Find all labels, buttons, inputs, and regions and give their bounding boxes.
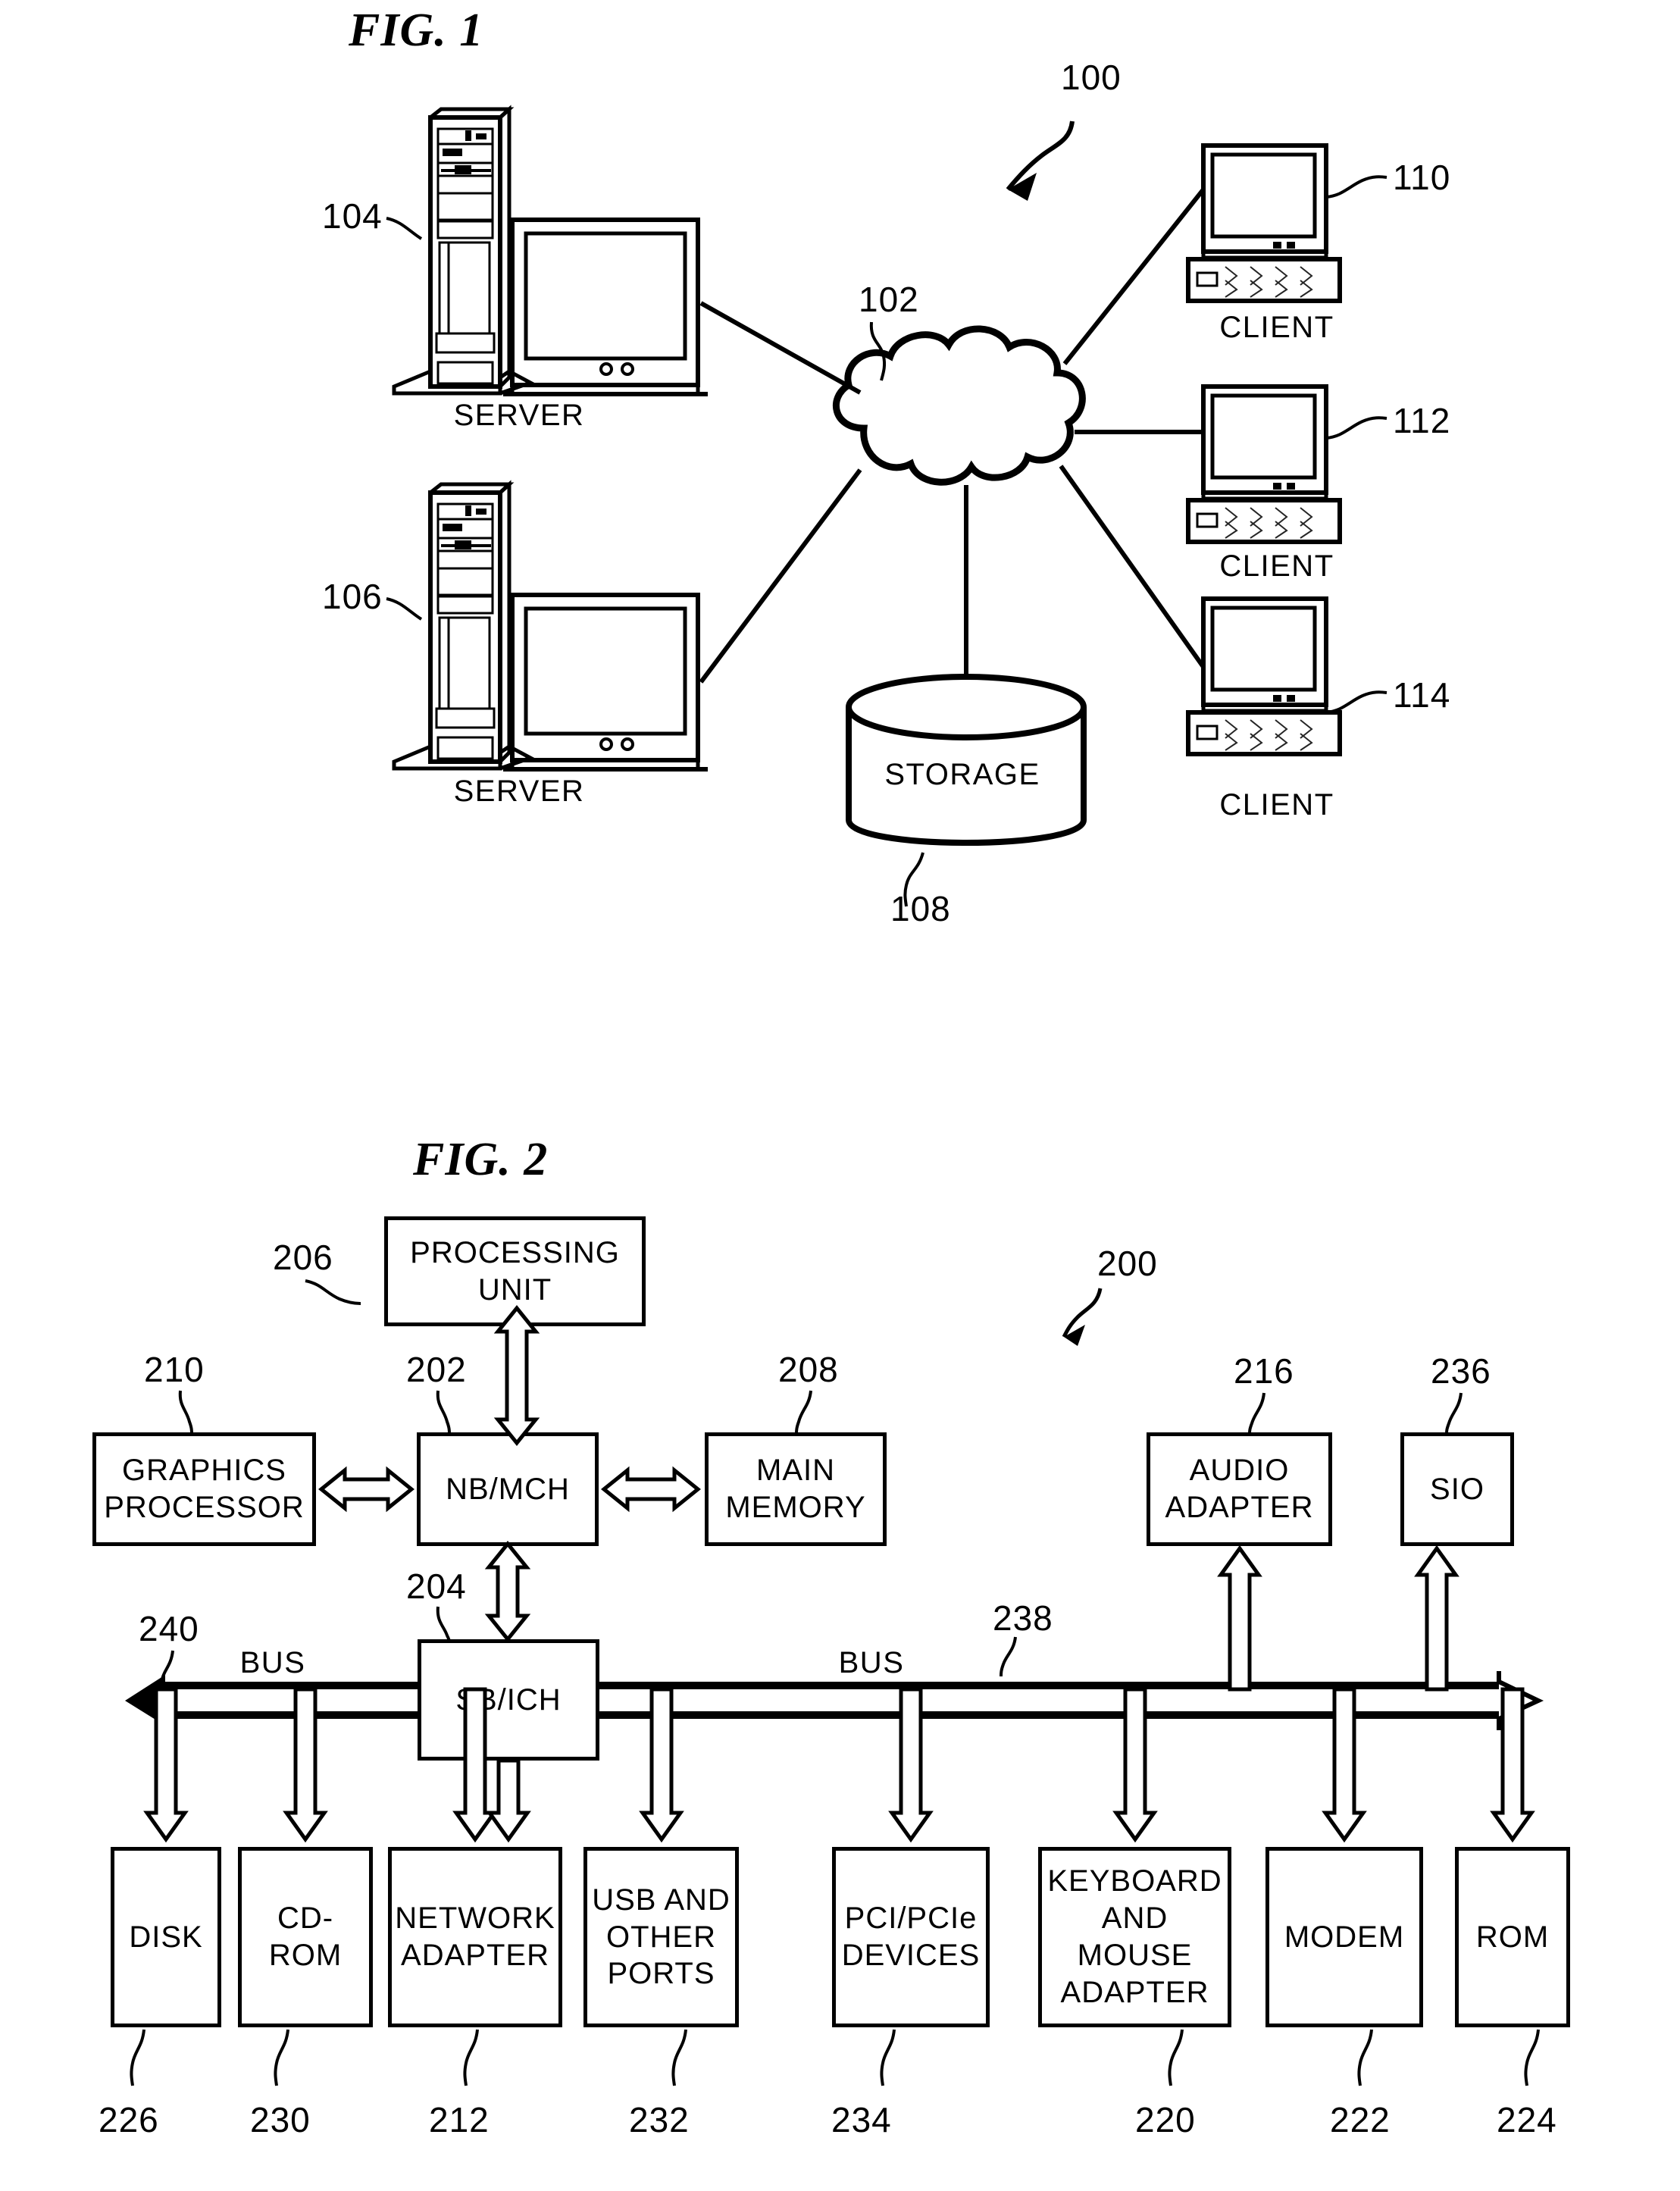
processing-unit-box[interactable]: PROCESSING UNIT bbox=[384, 1216, 646, 1326]
bus-right-arrowhead bbox=[1497, 1671, 1544, 1730]
server-104-label: SERVER bbox=[453, 399, 585, 432]
server-106-leader bbox=[386, 597, 423, 621]
device-ref-ro: 224 bbox=[1497, 2100, 1557, 2139]
sio-box[interactable]: SIO bbox=[1400, 1432, 1514, 1546]
network-ref: 102 bbox=[859, 280, 919, 319]
figure-1-diagram-ref: 100 bbox=[1061, 58, 1122, 97]
main-memory-ref: 208 bbox=[778, 1350, 839, 1389]
network-ref-leader bbox=[869, 321, 887, 381]
diagram-200-arrowhead bbox=[1064, 1325, 1085, 1346]
graphics-processor-box[interactable]: GRAPHICS PROCESSOR bbox=[92, 1432, 316, 1546]
nb-mch-leader bbox=[436, 1390, 451, 1435]
bus-device-drop-arrows bbox=[143, 1687, 1535, 1843]
bus-left-label: BUS bbox=[239, 1646, 306, 1679]
graphics-processor-ref: 210 bbox=[144, 1350, 205, 1389]
bus-left-rail bbox=[161, 1682, 419, 1719]
bus-right-label: BUS bbox=[838, 1646, 905, 1679]
device-box-network-adapter[interactable]: NETWORK ADAPTER bbox=[388, 1847, 562, 2027]
link-server106-network bbox=[699, 468, 862, 684]
network-cloud bbox=[833, 325, 1086, 486]
sb-ich-leader bbox=[436, 1606, 451, 1642]
bus-left-ref: 240 bbox=[139, 1609, 199, 1648]
server-106-graphic bbox=[392, 480, 708, 772]
main-memory-box[interactable]: MAIN MEMORY bbox=[705, 1432, 887, 1546]
server-106-label: SERVER bbox=[453, 775, 585, 808]
bus-up-arrows bbox=[1217, 1545, 1459, 1692]
device-box-usb-and-other-ports[interactable]: USB AND OTHER PORTS bbox=[583, 1847, 739, 2027]
device-ref-usb-and-other-ports: 232 bbox=[629, 2100, 690, 2139]
device-box-rom[interactable]: ROM bbox=[1455, 1847, 1570, 2027]
client-114-ref: 114 bbox=[1393, 675, 1451, 715]
audio-adapter-box[interactable]: AUDIO ADAPTER bbox=[1147, 1432, 1332, 1546]
client-114-label: CLIENT bbox=[1219, 788, 1334, 822]
audio-adapter-leader bbox=[1248, 1392, 1265, 1435]
client-112-graphic bbox=[1186, 384, 1342, 544]
client-110-ref: 110 bbox=[1393, 158, 1451, 197]
diagram-100-arrowhead bbox=[1008, 173, 1037, 201]
server-104-ref: 104 bbox=[322, 196, 383, 236]
figure-1-title: FIG. 1 bbox=[349, 5, 484, 56]
device-ref-modem: 222 bbox=[1330, 2100, 1391, 2139]
sb-ich-box[interactable]: SB/ICH bbox=[418, 1639, 599, 1761]
device-ref-network-adapter: 212 bbox=[429, 2100, 490, 2139]
diagram-100-leader bbox=[1006, 121, 1075, 191]
client-110-graphic bbox=[1186, 143, 1342, 303]
device-box-pci-pcie-devices[interactable]: PCI/PCIe DEVICES bbox=[832, 1847, 990, 2027]
client-112-label: CLIENT bbox=[1219, 549, 1334, 583]
audio-adapter-ref: 216 bbox=[1234, 1351, 1294, 1391]
diagram-200-leader bbox=[1062, 1288, 1103, 1338]
device-ref-disk: 226 bbox=[99, 2100, 159, 2139]
storage-label: STORAGE bbox=[884, 758, 1040, 791]
device-box-disk[interactable]: DISK bbox=[111, 1847, 221, 2027]
nb-mch-ref: 202 bbox=[406, 1350, 467, 1389]
device-ref-cd-rom: 230 bbox=[250, 2100, 311, 2139]
arrow-gpu-nbmch bbox=[318, 1466, 415, 1513]
device-ref-pci-pcie-devices: 234 bbox=[831, 2100, 892, 2139]
client-110-leader bbox=[1325, 175, 1387, 199]
client-114-leader bbox=[1325, 690, 1387, 714]
link-network-client114 bbox=[1059, 465, 1206, 668]
client-110-label: CLIENT bbox=[1219, 311, 1334, 344]
link-network-client110 bbox=[1062, 188, 1206, 365]
bus-240-leader bbox=[160, 1650, 174, 1688]
figure-2-title: FIG. 2 bbox=[413, 1134, 549, 1185]
link-server104-network bbox=[699, 301, 862, 395]
main-memory-leader bbox=[795, 1390, 812, 1435]
server-104-graphic bbox=[392, 105, 708, 396]
sio-ref: 236 bbox=[1431, 1351, 1491, 1391]
bus-238-leader bbox=[1000, 1636, 1017, 1677]
sio-leader bbox=[1445, 1392, 1463, 1435]
storage-ref: 108 bbox=[890, 889, 951, 928]
figure-2-diagram-ref: 200 bbox=[1097, 1244, 1158, 1283]
arrow-nbmch-sbich bbox=[484, 1541, 531, 1642]
client-112-leader bbox=[1325, 416, 1387, 440]
arrow-pu-nbmch bbox=[493, 1305, 540, 1446]
device-box-modem[interactable]: MODEM bbox=[1265, 1847, 1423, 2027]
device-box-keyboard-and-mouse-adapter[interactable]: KEYBOARD AND MOUSE ADAPTER bbox=[1038, 1847, 1231, 2027]
bus-right-rail bbox=[599, 1682, 1501, 1719]
sb-ich-ref: 204 bbox=[406, 1567, 467, 1606]
device-ref-keyboard-and-mouse-adapter: 220 bbox=[1135, 2100, 1196, 2139]
client-114-graphic bbox=[1186, 596, 1342, 756]
nb-mch-box[interactable]: NB/MCH bbox=[417, 1432, 599, 1546]
network-label: NETWORK bbox=[881, 423, 1044, 456]
client-112-ref: 112 bbox=[1393, 401, 1451, 440]
graphics-processor-leader bbox=[178, 1390, 193, 1435]
device-box-cd-rom[interactable]: CD-ROM bbox=[238, 1847, 373, 2027]
bus-right-ref: 238 bbox=[993, 1598, 1053, 1638]
arrow-nbmch-mm bbox=[601, 1466, 701, 1513]
server-104-leader bbox=[386, 217, 423, 240]
processing-unit-leader bbox=[305, 1279, 361, 1305]
device-ref-leaders bbox=[130, 2029, 1540, 2086]
processing-unit-ref: 206 bbox=[273, 1238, 333, 1277]
bus-left-arrowhead bbox=[125, 1675, 165, 1726]
server-106-ref: 106 bbox=[322, 577, 383, 616]
